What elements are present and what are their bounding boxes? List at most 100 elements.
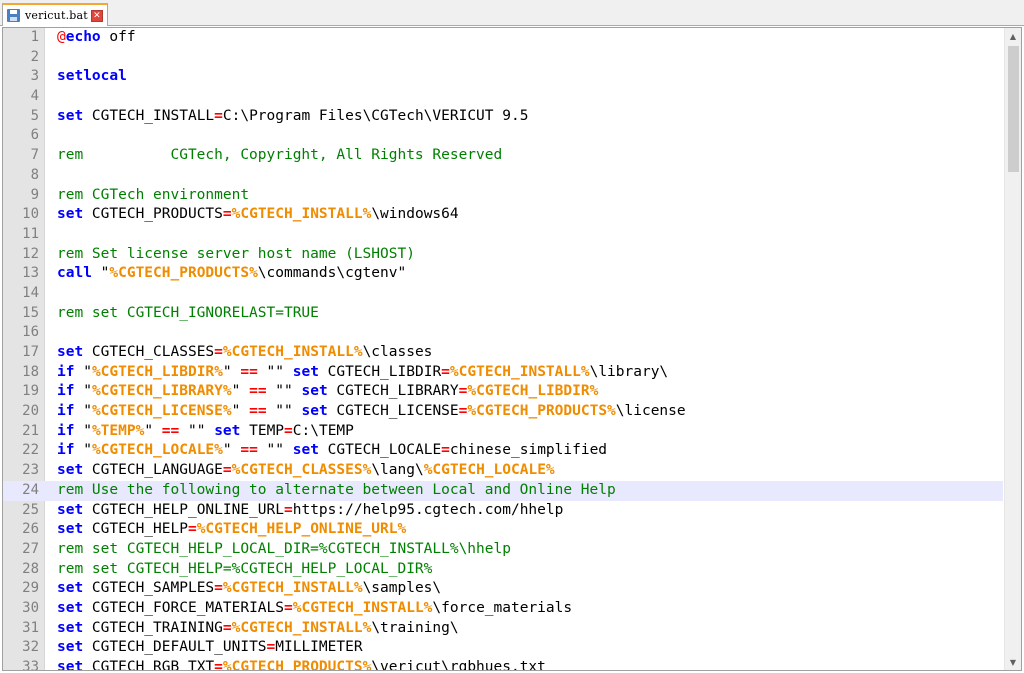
token-cmd: "	[144, 422, 162, 439]
line-number: 31	[22, 619, 39, 636]
code-line[interactable]: 23 set CGTECH_LANGUAGE=%CGTECH_CLASSES%\l…	[3, 461, 1003, 481]
code-line[interactable]: 26 set CGTECH_HELP=%CGTECH_HELP_ONLINE_UR…	[3, 520, 1003, 540]
token-cmd: \samples\	[362, 580, 442, 597]
code-line[interactable]: 7 rem CGTech, Copyright, All Rights Reser…	[3, 146, 1003, 166]
token-op: =	[441, 363, 450, 380]
line-number: 10	[22, 206, 39, 223]
code-line[interactable]: 4	[3, 87, 1003, 107]
code-line[interactable]: 29 set CGTECH_SAMPLES=%CGTECH_INSTALL%\sa…	[3, 579, 1003, 599]
code-line[interactable]: 24 rem Use the following to alternate bet…	[3, 480, 1003, 501]
scrollbar-thumb[interactable]	[1008, 46, 1019, 172]
line-number: 26	[22, 521, 39, 538]
code-line[interactable]: 19 if "%CGTECH_LIBRARY%" == "" set CGTECH…	[3, 382, 1003, 402]
token-kw: set	[57, 462, 84, 479]
token-cmd: CGTECH_LANGUAGE	[83, 462, 223, 479]
line-code: rem set CGTECH_HELP=%CGTECH_HELP_LOCAL_D…	[57, 560, 432, 580]
code-line[interactable]: 9 rem CGTech environment	[3, 186, 1003, 206]
code-line[interactable]: 32 set CGTECH_DEFAULT_UNITS=MILLIMETER	[3, 638, 1003, 658]
code-editor[interactable]: 1 @echo off 2 3 setlocal 4 5 set CGTECH_INSTALL…	[2, 27, 1022, 671]
code-line[interactable]: 33 set CGTECH_RGB_TXT=%CGTECH_PRODUCTS%\v…	[3, 658, 1003, 671]
token-kw: if	[57, 422, 75, 439]
code-line[interactable]: 10 set CGTECH_PRODUCTS=%CGTECH_INSTALL%\w…	[3, 205, 1003, 225]
code-line[interactable]: 25 set CGTECH_HELP_ONLINE_URL=https://hel…	[3, 501, 1003, 521]
token-op: =	[441, 442, 450, 459]
token-cmd: chinese_simplified	[449, 442, 608, 459]
line-code: set CGTECH_TRAINING=%CGTECH_INSTALL%\tra…	[57, 619, 459, 639]
vertical-scrollbar[interactable]: ▲ ▼	[1004, 28, 1021, 670]
line-code: set CGTECH_CLASSES=%CGTECH_INSTALL%\clas…	[57, 343, 432, 363]
token-op: =	[284, 501, 293, 518]
scroll-up-arrow-icon[interactable]: ▲	[1005, 28, 1021, 44]
file-tab[interactable]: vericut.bat ✕	[2, 3, 108, 26]
line-number: 21	[22, 422, 39, 439]
token-op: =	[214, 580, 223, 597]
line-number: 28	[22, 560, 39, 577]
code-line[interactable]: 3 setlocal	[3, 67, 1003, 87]
token-kw: set	[57, 639, 84, 656]
line-code: rem CGTech environment	[57, 186, 249, 206]
code-line[interactable]: 27 rem set CGTECH_HELP_LOCAL_DIR=%CGTECH_…	[3, 540, 1003, 560]
line-code: rem set CGTECH_IGNORELAST=TRUE	[57, 304, 319, 324]
code-lines[interactable]: 1 @echo off 2 3 setlocal 4 5 set CGTECH_INSTALL…	[3, 28, 1003, 671]
line-number: 30	[22, 599, 39, 616]
code-line[interactable]: 21 if "%TEMP%" == "" set TEMP=C:\TEMP	[3, 422, 1003, 442]
token-cmd: \library\	[589, 363, 669, 380]
code-line[interactable]: 31 set CGTECH_TRAINING=%CGTECH_INSTALL%\t…	[3, 619, 1003, 639]
line-code: set CGTECH_DEFAULT_UNITS=MILLIMETER	[57, 638, 363, 658]
code-line[interactable]: 13 call "%CGTECH_PRODUCTS%\commands\cgten…	[3, 264, 1003, 284]
token-var: %CGTECH_CLASSES%	[231, 462, 372, 479]
token-kw: set	[301, 383, 328, 400]
line-code: if "%CGTECH_LIBDIR%" == "" set CGTECH_LI…	[57, 363, 668, 383]
line-number: 15	[22, 304, 39, 321]
line-code: set CGTECH_FORCE_MATERIALS=%CGTECH_INSTA…	[57, 599, 572, 619]
code-line[interactable]: 17 set CGTECH_CLASSES=%CGTECH_INSTALL%\cl…	[3, 343, 1003, 363]
line-code: set CGTECH_RGB_TXT=%CGTECH_PRODUCTS%\ver…	[57, 658, 546, 671]
close-icon[interactable]: ✕	[90, 9, 103, 22]
code-line[interactable]: 1 @echo off	[3, 28, 1003, 48]
code-line[interactable]: 28 rem set CGTECH_HELP=%CGTECH_HELP_LOCAL…	[3, 560, 1003, 580]
code-line[interactable]: 12 rem Set license server host name (LSHO…	[3, 245, 1003, 265]
token-op: =	[222, 619, 232, 636]
token-kw: set	[57, 501, 84, 518]
line-number: 5	[30, 107, 39, 124]
code-line[interactable]: 8	[3, 166, 1003, 186]
token-kw: set	[57, 599, 84, 616]
token-cmd: CGTECH_RGB_TXT	[83, 659, 215, 671]
line-number: 25	[22, 501, 39, 518]
code-line[interactable]: 20 if "%CGTECH_LICENSE%" == "" set CGTECH…	[3, 402, 1003, 422]
line-code: set CGTECH_HELP=%CGTECH_HELP_ONLINE_URL%	[57, 520, 406, 540]
code-line[interactable]: 15 rem set CGTECH_IGNORELAST=TRUE	[3, 304, 1003, 324]
token-cmd: ""	[266, 403, 302, 420]
token-cmd: ""	[257, 363, 293, 380]
token-rem: rem Use the following to alternate betwe…	[57, 481, 616, 498]
token-op: ==	[249, 403, 267, 420]
token-kw: if	[57, 383, 75, 400]
code-line[interactable]: 30 set CGTECH_FORCE_MATERIALS=%CGTECH_INS…	[3, 599, 1003, 619]
line-number: 7	[30, 147, 39, 164]
line-number: 6	[30, 127, 39, 144]
token-kw: echo	[65, 29, 101, 45]
line-number: 18	[22, 363, 39, 380]
token-op: ==	[240, 442, 258, 459]
code-line[interactable]: 18 if "%CGTECH_LIBDIR%" == "" set CGTECH_…	[3, 363, 1003, 383]
token-kw: if	[57, 442, 75, 459]
code-line[interactable]: 16	[3, 323, 1003, 343]
code-line[interactable]: 22 if "%CGTECH_LOCALE%" == "" set CGTECH_…	[3, 441, 1003, 461]
token-cmd: CGTECH_LIBRARY	[327, 383, 459, 400]
code-line[interactable]: 2	[3, 48, 1003, 68]
token-var: %CGTECH_INSTALL%	[222, 344, 363, 360]
code-line[interactable]: 14	[3, 284, 1003, 304]
line-code: setlocal	[57, 67, 127, 87]
token-kw: set	[57, 521, 84, 538]
token-op: ==	[249, 383, 267, 400]
code-line[interactable]: 5 set CGTECH_INSTALL=C:\Program Files\CGT…	[3, 107, 1003, 127]
token-op: =	[284, 422, 293, 439]
token-cmd: "	[231, 403, 250, 420]
token-cmd: CGTECH_HELP_ONLINE_URL	[83, 501, 284, 518]
token-cmd: "	[222, 363, 241, 380]
code-line[interactable]: 11	[3, 225, 1003, 245]
code-line[interactable]: 6	[3, 126, 1003, 146]
token-cmd: CGTECH_LOCALE	[318, 442, 442, 459]
scroll-down-arrow-icon[interactable]: ▼	[1005, 654, 1021, 670]
token-cmd: ""	[257, 442, 293, 459]
